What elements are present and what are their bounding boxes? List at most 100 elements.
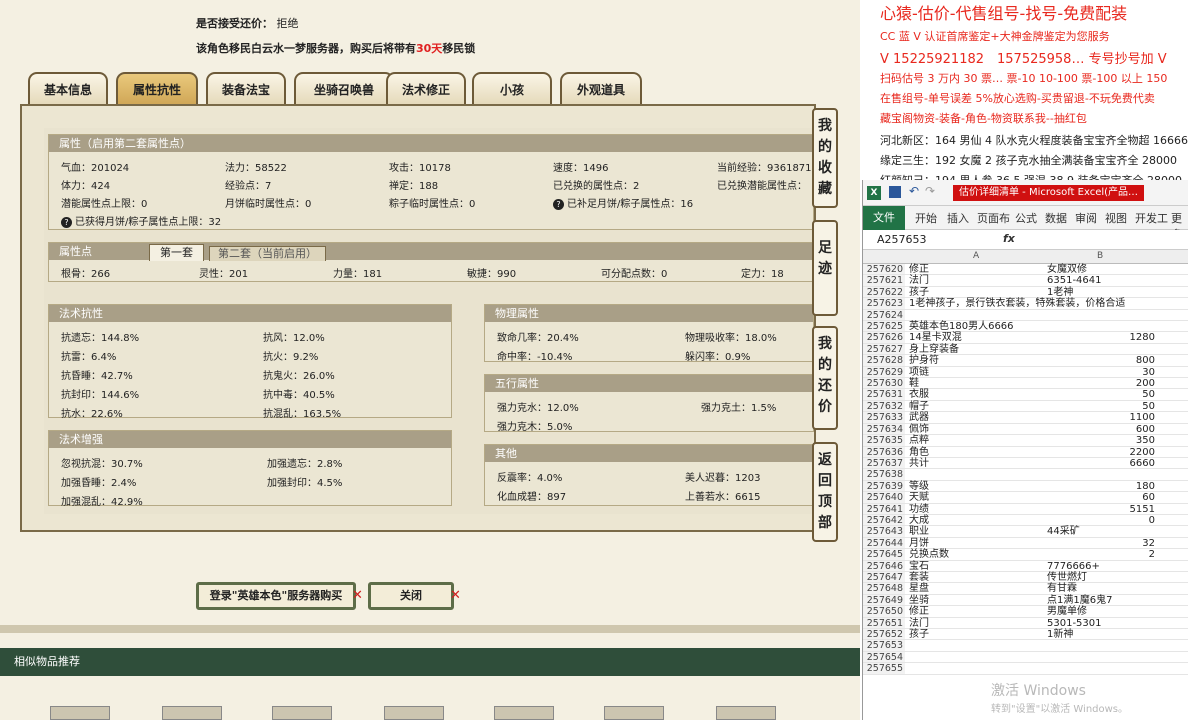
excel-row[interactable]: 257637 共计 6660 xyxy=(863,457,1188,470)
row-number[interactable]: 257635 xyxy=(863,435,905,446)
row-number[interactable]: 257651 xyxy=(863,617,905,629)
ribbon-tab-layout[interactable]: 页面布 xyxy=(977,210,1010,226)
excel-row[interactable]: 257643 职业 44采矿 xyxy=(863,526,1188,538)
excel-row[interactable]: 257647 套装 传世燃灯 xyxy=(863,571,1188,584)
cell-b[interactable]: 6660 xyxy=(1047,458,1155,469)
similar-item-thumbnail[interactable] xyxy=(604,706,664,720)
row-number[interactable]: 257626 xyxy=(863,332,905,343)
excel-row[interactable]: 257640 天赋 60 xyxy=(863,492,1188,504)
cell-b[interactable]: 350 xyxy=(1047,435,1155,446)
cell-b[interactable]: 点1满1魔6鬼7 xyxy=(1047,595,1155,606)
back-to-top-button[interactable]: 返回顶部 xyxy=(812,442,838,542)
similar-item-thumbnail[interactable] xyxy=(272,706,332,720)
save-icon[interactable] xyxy=(889,186,901,198)
cell-a[interactable]: 佩饰 xyxy=(909,424,1045,435)
similar-item-thumbnail[interactable] xyxy=(716,706,776,720)
excel-row[interactable]: 257627 身上穿装备 xyxy=(863,343,1188,356)
cell-b[interactable]: 有甘霖 xyxy=(1047,583,1155,594)
ribbon-tab-data[interactable]: 数据 xyxy=(1045,210,1067,226)
row-number[interactable]: 257643 xyxy=(863,526,905,537)
row-number[interactable]: 257639 xyxy=(863,480,905,492)
cell-a[interactable]: 等级 xyxy=(909,481,1045,492)
ribbon-tab-insert[interactable]: 插入 xyxy=(947,210,969,226)
excel-row[interactable]: 257645 兑换点数 2 xyxy=(863,549,1188,561)
cell-b[interactable]: 6351-4641 xyxy=(1047,275,1155,286)
excel-row[interactable]: 257639 等级 180 xyxy=(863,480,1188,493)
row-number[interactable]: 257654 xyxy=(863,651,905,663)
excel-row[interactable]: 257653 xyxy=(863,640,1188,652)
excel-row[interactable]: 257626 14星卡双混 1280 xyxy=(863,332,1188,344)
excel-row[interactable]: 257628 护身符 800 xyxy=(863,355,1188,367)
row-number[interactable]: 257625 xyxy=(863,321,905,332)
cell-a[interactable]: 1老神孩子，景行铁衣套装，特殊套装，价格合适 xyxy=(909,298,1125,309)
help-icon[interactable]: ? xyxy=(553,199,564,210)
excel-row[interactable]: 257625 英雄本色180男人6666 xyxy=(863,321,1188,333)
cell-a[interactable]: 宝石 xyxy=(909,561,1045,572)
row-number[interactable]: 257628 xyxy=(863,355,905,366)
row-number[interactable]: 257620 xyxy=(863,264,905,275)
ribbon-tab-developer[interactable]: 开发工 xyxy=(1135,210,1168,226)
col-header-a[interactable]: A xyxy=(973,251,979,261)
cell-b[interactable]: 44采矿 xyxy=(1047,526,1155,537)
row-number[interactable]: 257640 xyxy=(863,492,905,503)
similar-item-thumbnail[interactable] xyxy=(50,706,110,720)
tab-mounts-pets[interactable]: 坐骑召唤兽 xyxy=(294,72,394,106)
tab-attributes[interactable]: 属性抗性 xyxy=(116,72,198,106)
cell-a[interactable]: 功绩 xyxy=(909,504,1045,515)
cell-a[interactable]: 武器 xyxy=(909,412,1045,423)
row-number[interactable]: 257621 xyxy=(863,275,905,286)
excel-row[interactable]: 257629 项链 30 xyxy=(863,366,1188,379)
cell-a[interactable]: 身上穿装备 xyxy=(909,344,1045,355)
row-number[interactable]: 257650 xyxy=(863,606,905,617)
excel-row[interactable]: 257635 点粹 350 xyxy=(863,435,1188,447)
row-number[interactable]: 257631 xyxy=(863,389,905,400)
cell-b[interactable]: 女魔双修 xyxy=(1047,264,1155,275)
excel-row[interactable]: 257623 1老神孩子，景行铁衣套装，特殊套装，价格合适 xyxy=(863,298,1188,310)
excel-row[interactable]: 257633 武器 1100 xyxy=(863,412,1188,424)
cell-b[interactable]: 男魔单修 xyxy=(1047,606,1155,617)
cell-b[interactable]: 600 xyxy=(1047,424,1155,435)
cell-b[interactable]: 1100 xyxy=(1047,412,1155,423)
excel-row[interactable]: 257624 xyxy=(863,309,1188,322)
redo-icon[interactable]: ↷ xyxy=(925,184,935,198)
cell-a[interactable]: 法门 xyxy=(909,275,1045,286)
cell-a[interactable]: 孩子 xyxy=(909,287,1045,298)
cell-b[interactable]: 2200 xyxy=(1047,447,1155,458)
cell-a[interactable]: 月饼 xyxy=(909,538,1045,549)
points-set1-tab[interactable]: 第一套 xyxy=(149,244,204,261)
cell-a[interactable]: 14星卡双混 xyxy=(909,332,1045,343)
cell-b[interactable]: 180 xyxy=(1047,481,1155,492)
row-number[interactable]: 257646 xyxy=(863,560,905,572)
row-number[interactable]: 257638 xyxy=(863,469,905,480)
cell-a[interactable]: 项链 xyxy=(909,367,1045,378)
ribbon-tab-file[interactable]: 文件 xyxy=(863,206,905,230)
col-header-b[interactable]: B xyxy=(1097,251,1103,261)
cell-b[interactable]: 5301-5301 xyxy=(1047,618,1155,629)
excel-row[interactable]: 257622 孩子 1老神 xyxy=(863,286,1188,299)
my-favorites-button[interactable]: 我的收藏 xyxy=(812,108,838,208)
tab-basic-info[interactable]: 基本信息 xyxy=(28,72,108,106)
cell-a[interactable]: 修正 xyxy=(909,264,1045,275)
cell-b[interactable]: 5151 xyxy=(1047,504,1155,515)
cell-b[interactable]: 60 xyxy=(1047,492,1155,503)
cell-a[interactable]: 护身符 xyxy=(909,355,1045,366)
similar-item-thumbnail[interactable] xyxy=(384,706,444,720)
cell-a[interactable]: 星盘 xyxy=(909,583,1045,594)
undo-icon[interactable]: ↶ xyxy=(909,184,919,198)
cell-a[interactable]: 坐骑 xyxy=(909,595,1045,606)
cell-a[interactable]: 职业 xyxy=(909,526,1045,537)
row-number[interactable]: 257655 xyxy=(863,663,905,674)
cell-a[interactable]: 鞋 xyxy=(909,378,1045,389)
cell-b[interactable]: 50 xyxy=(1047,389,1155,400)
excel-row[interactable]: 257632 帽子 50 xyxy=(863,400,1188,413)
excel-row[interactable]: 257638 xyxy=(863,469,1188,481)
cell-a[interactable]: 天赋 xyxy=(909,492,1045,503)
excel-row[interactable]: 257634 佩饰 600 xyxy=(863,423,1188,436)
points-set2-tab[interactable]: 第二套（当前启用） xyxy=(209,246,326,261)
my-counteroffers-button[interactable]: 我的还价 xyxy=(812,326,838,430)
row-number[interactable]: 257624 xyxy=(863,309,905,321)
tab-spell-correction[interactable]: 法术修正 xyxy=(386,72,466,106)
row-number[interactable]: 257636 xyxy=(863,446,905,458)
cell-a[interactable]: 孩子 xyxy=(909,629,1045,640)
row-number[interactable]: 257627 xyxy=(863,343,905,355)
